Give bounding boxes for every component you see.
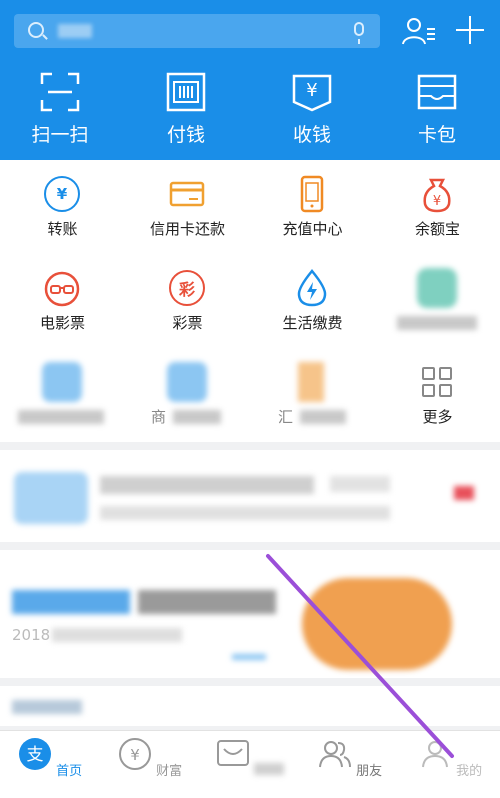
profile-icon	[421, 741, 448, 768]
svg-text:支: 支	[26, 745, 43, 765]
blurred-app-icon	[42, 362, 82, 402]
grid-item-label-blurred	[300, 410, 346, 424]
tab-profile[interactable]: 我的	[400, 737, 500, 779]
grid-item-lottery[interactable]: 彩 彩票	[125, 254, 250, 348]
grid-item-movie-ticket[interactable]: 电影票	[0, 254, 125, 348]
feed-title-blurred	[12, 700, 82, 714]
notification-badge-blurred	[454, 486, 474, 500]
grid-item-label: 余额宝	[414, 220, 460, 238]
alipay-home-icon: 支	[18, 738, 51, 770]
card-wallet-button[interactable]: 卡包	[382, 72, 492, 147]
notification-subtitle-blurred	[100, 506, 390, 520]
tab-friends[interactable]: 朋友	[300, 737, 400, 779]
top-header: 扫一扫 付钱 ¥ 收钱 卡包	[0, 0, 500, 160]
grid-item-label-blurred	[173, 410, 221, 424]
notification-image-blurred	[14, 472, 88, 524]
credit-card-icon	[169, 181, 205, 207]
grid-item-blurred[interactable]: 商	[125, 348, 250, 442]
movie-ticket-icon	[44, 271, 80, 307]
pay-label: 付钱	[166, 124, 205, 146]
pay-button[interactable]: 付钱	[131, 72, 241, 147]
svg-text:¥: ¥	[130, 746, 140, 764]
notification-tag-blurred	[330, 476, 390, 492]
grid-item-label-blurred	[397, 316, 477, 330]
wealth-icon: ¥	[118, 738, 151, 770]
grid-item-label: 转账	[47, 220, 78, 238]
grid-item-yuebao[interactable]: ¥ 余额宝	[375, 160, 500, 254]
notification-title-blurred	[100, 476, 314, 494]
grid-item-label: 电影票	[39, 314, 85, 332]
promo-title-blurred	[12, 590, 130, 614]
promo-year-text: 2018	[12, 626, 51, 644]
notification-card[interactable]	[0, 450, 500, 542]
promo-indicator-blurred	[232, 654, 266, 660]
search-placeholder-blurred	[58, 24, 92, 38]
receive-money-icon: ¥	[292, 74, 332, 112]
blurred-app-icon	[417, 268, 457, 308]
scan-button[interactable]: 扫一扫	[5, 72, 115, 147]
scan-icon	[40, 72, 80, 112]
receive-money-button[interactable]: ¥ 收钱	[257, 72, 367, 147]
blurred-app-icon	[298, 362, 324, 402]
grid-item-transfer[interactable]: ¥ 转账	[0, 160, 125, 254]
phone-topup-icon	[300, 175, 324, 213]
grid-item-more[interactable]: 更多	[375, 348, 500, 442]
search-input[interactable]	[14, 14, 380, 48]
grid-item-topup-center[interactable]: 充值中心	[250, 160, 375, 254]
grid-item-blurred[interactable]	[375, 254, 500, 348]
utility-bill-icon	[297, 269, 327, 307]
tab-label-blurred	[254, 763, 285, 775]
plus-icon[interactable]	[456, 16, 484, 44]
blurred-app-icon	[167, 362, 207, 402]
contacts-icon[interactable]	[402, 16, 436, 46]
card-wallet-label: 卡包	[417, 124, 456, 146]
tab-wealth[interactable]: ¥ 财富	[100, 737, 200, 779]
grid-item-blurred[interactable]	[0, 348, 125, 442]
more-grid-icon	[422, 367, 452, 397]
grid-item-label: 充值中心	[282, 220, 343, 238]
grid-item-label: 生活缴费	[282, 314, 343, 332]
promo-date-blurred	[52, 628, 182, 642]
svg-text:¥: ¥	[433, 194, 441, 209]
scan-label: 扫一扫	[31, 124, 89, 146]
feed-card[interactable]	[0, 686, 500, 726]
grid-item-blurred[interactable]: 汇	[250, 348, 375, 442]
koubei-icon	[216, 740, 249, 766]
grid-item-label-blurred	[18, 410, 104, 424]
receive-money-label: 收钱	[292, 124, 331, 146]
grid-item-credit-card-repay[interactable]: 信用卡还款	[125, 160, 250, 254]
app-grid: ¥ 转账 信用卡还款 充值中心 ¥ 余额宝 电影票 彩 彩票 生活缴费 商 汇 …	[0, 160, 500, 442]
money-bag-icon: ¥	[423, 178, 451, 213]
tab-label: 财富	[156, 764, 183, 779]
alipay-home-screen: 扫一扫 付钱 ¥ 收钱 卡包 ¥ 转账 信用卡还款 充值中心 ¥ 余额宝 电影票…	[0, 0, 500, 798]
grid-item-label: 更多	[422, 408, 453, 426]
grid-item-utility-bills[interactable]: 生活缴费	[250, 254, 375, 348]
promo-card[interactable]: 2018	[0, 550, 500, 678]
tab-home[interactable]: 支 首页	[0, 737, 100, 779]
search-icon	[28, 22, 44, 38]
transfer-icon: ¥	[42, 174, 82, 214]
grid-item-label: 信用卡还款	[149, 220, 225, 238]
microphone-icon[interactable]	[354, 22, 364, 44]
pay-icon	[166, 72, 206, 112]
tab-koubei[interactable]	[200, 737, 300, 779]
grid-item-label: 商	[151, 408, 167, 426]
friends-icon	[318, 741, 351, 768]
card-wallet-icon	[417, 74, 457, 110]
svg-text:¥: ¥	[306, 80, 317, 101]
grid-item-label: 彩票	[172, 314, 203, 332]
grid-item-label: 汇	[278, 408, 294, 426]
lottery-icon: 彩	[167, 268, 207, 308]
bottom-tab-bar: 支 首页 ¥ 财富 朋友 我的	[0, 730, 500, 798]
promo-title-blurred	[138, 590, 276, 614]
promo-image-blurred	[302, 578, 452, 670]
tab-label: 我的	[456, 764, 483, 779]
tab-label: 朋友	[356, 764, 383, 779]
tab-label: 首页	[56, 764, 83, 779]
